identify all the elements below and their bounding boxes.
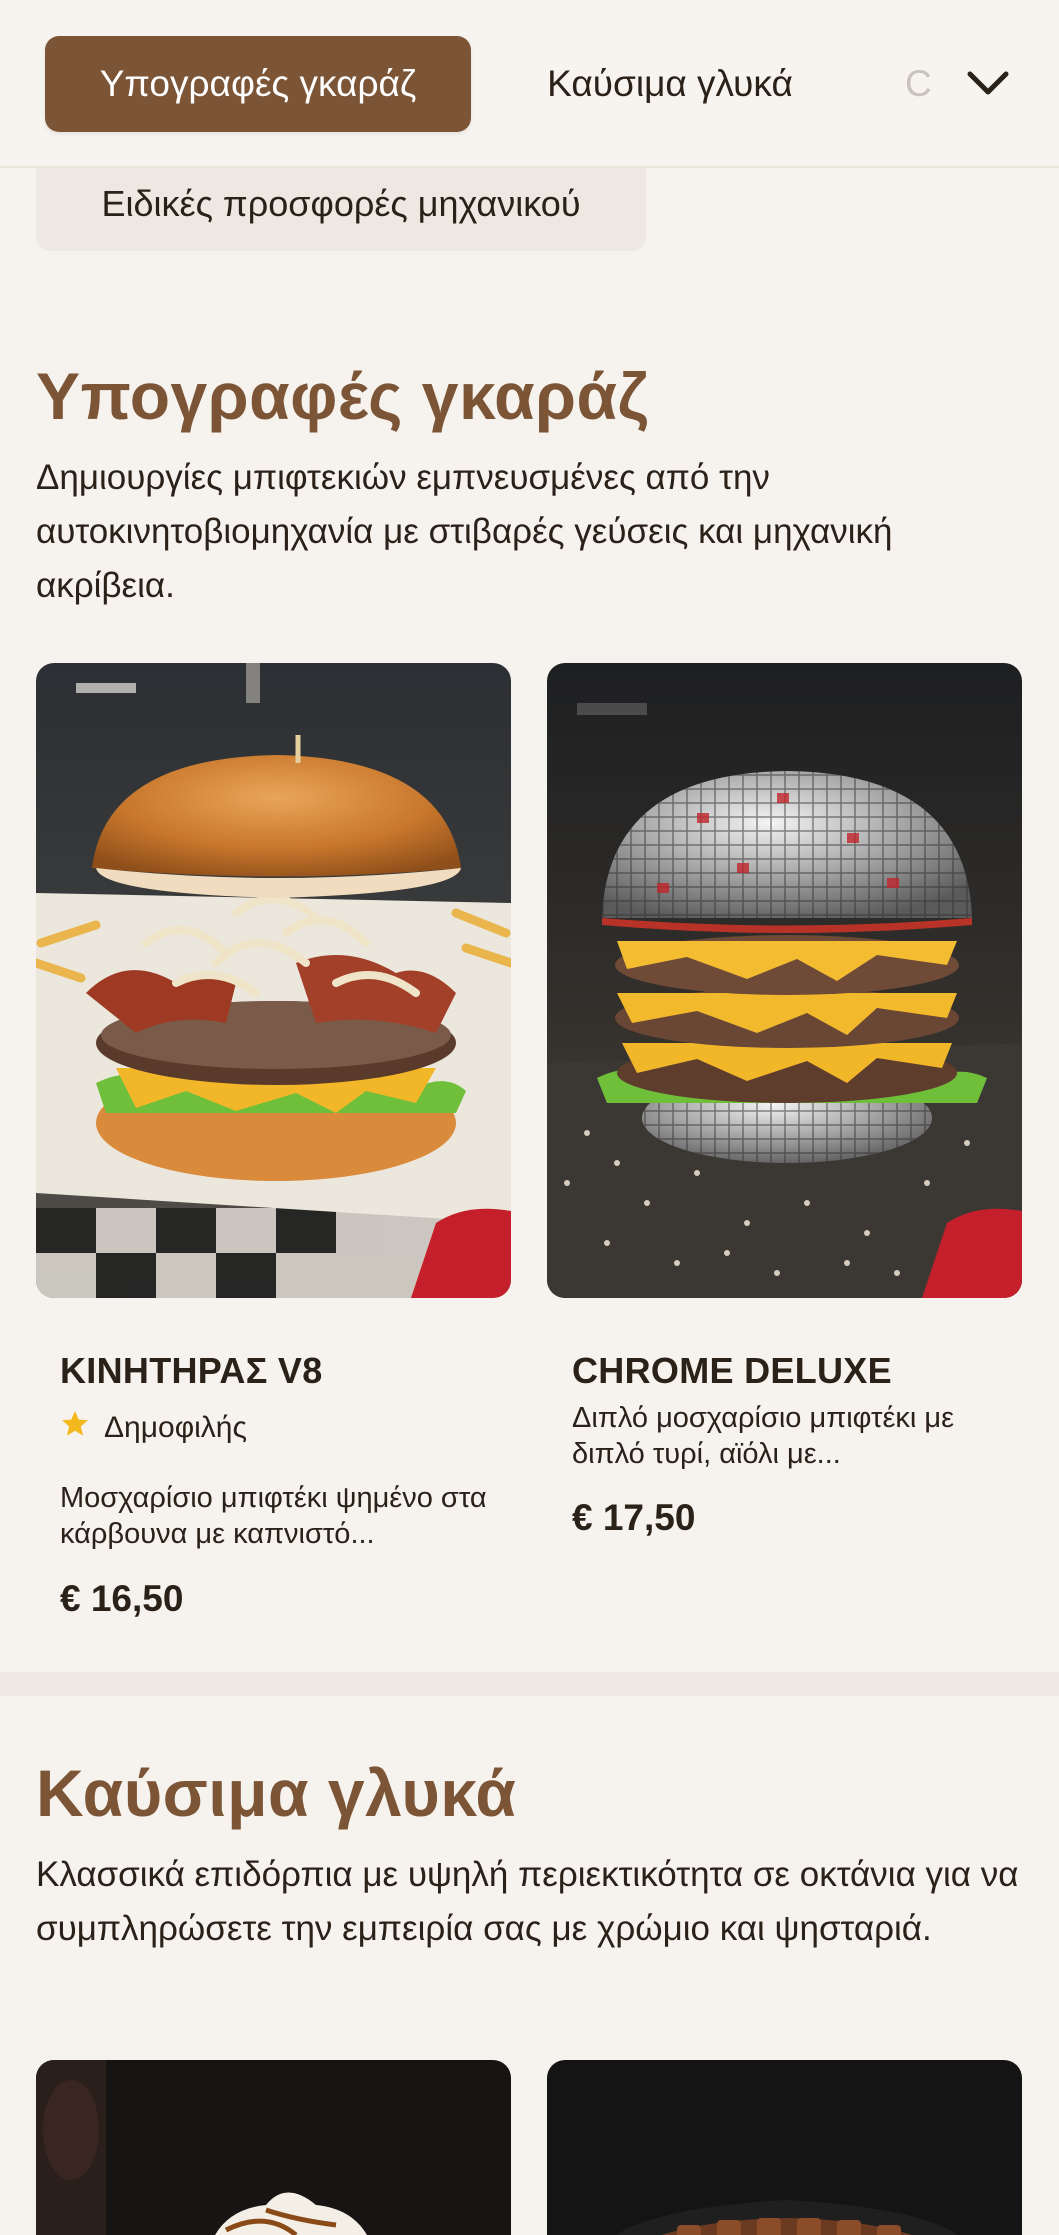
tab-fuel-desserts[interactable]: Καύσιμα γλυκά — [510, 36, 830, 132]
popular-badge: Δημοφιλής — [60, 1409, 247, 1447]
product-image-chrome-deluxe[interactable] — [547, 663, 1022, 1298]
section-title: Καύσιμα γλυκά — [36, 1756, 517, 1830]
section-description: Δημιουργίες μπιφτεκιών εμπνευσμένες από … — [36, 458, 893, 605]
tab-garage-signatures[interactable]: Υπογραφές γκαράζ — [45, 36, 471, 132]
section-divider — [0, 1672, 1059, 1696]
category-nav: Υπογραφές γκαράζ Καύσιμα γλυκά C — [0, 0, 1059, 168]
product-name[interactable]: ΚΙΝΗΤΗΡΑΣ V8 — [60, 1350, 323, 1392]
product-image-v8-engine[interactable] — [36, 663, 511, 1298]
section-description: Κλασσικά επιδόρπια με υψηλή περιεκτικότη… — [36, 1855, 1019, 1948]
section-title: Υπογραφές γκαράζ — [36, 359, 649, 433]
product-image-dessert-2[interactable] — [547, 2060, 1022, 2235]
product-name[interactable]: CHROME DELUXE — [572, 1350, 892, 1392]
star-icon — [60, 1409, 90, 1447]
product-price: € 17,50 — [572, 1497, 696, 1538]
tab-next-partial[interactable]: C — [905, 36, 965, 132]
product-description: Διπλό μοσχαρίσιο μπιφτέκι με διπλό τυρί,… — [572, 1402, 955, 1470]
product-image-dessert-1[interactable] — [36, 2060, 511, 2235]
menu-page: Υπογραφές γκαράζ Καύσιμα γλυκά C Ειδικές… — [0, 0, 1059, 2235]
product-description: Μοσχαρίσιο μπιφτέκι ψημένο στα κάρβουνα … — [60, 1482, 487, 1550]
product-price: € 16,50 — [60, 1578, 184, 1619]
badge-label: Δημοφιλής — [104, 1411, 247, 1444]
chevron-down-icon[interactable] — [958, 50, 1018, 116]
